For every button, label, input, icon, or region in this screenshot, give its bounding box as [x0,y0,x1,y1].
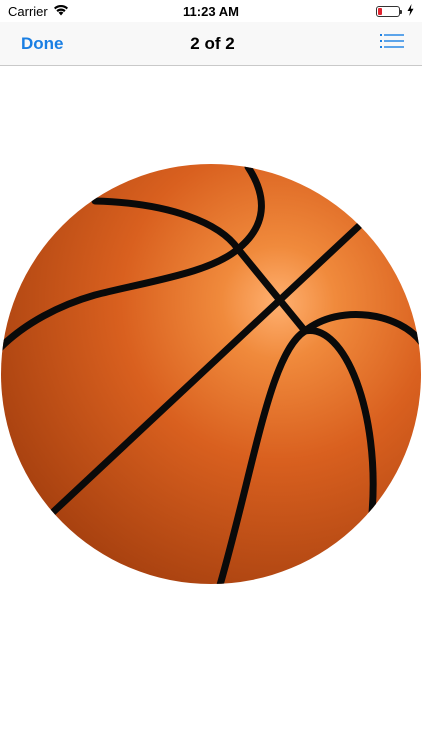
status-bar: Carrier 11:23 AM [0,0,422,22]
battery-level [377,7,382,15]
basketball-icon [0,163,422,585]
list-icon [380,33,404,54]
status-right [274,3,414,19]
navigation-bar: Done 2 of 2 [0,22,422,66]
status-time: 11:23 AM [183,3,239,19]
battery-icon [375,5,402,17]
wifi-icon [53,4,69,19]
status-left: Carrier [8,4,148,19]
carrier-label: Carrier [8,3,48,19]
list-button[interactable] [314,33,404,54]
image-viewer [0,67,422,750]
bolt-icon [407,3,414,19]
page-title: 2 of 2 [190,33,235,53]
app-screen: Carrier 11:23 AM Done 2 of 2 [0,0,422,750]
done-button[interactable]: Done [21,34,111,54]
